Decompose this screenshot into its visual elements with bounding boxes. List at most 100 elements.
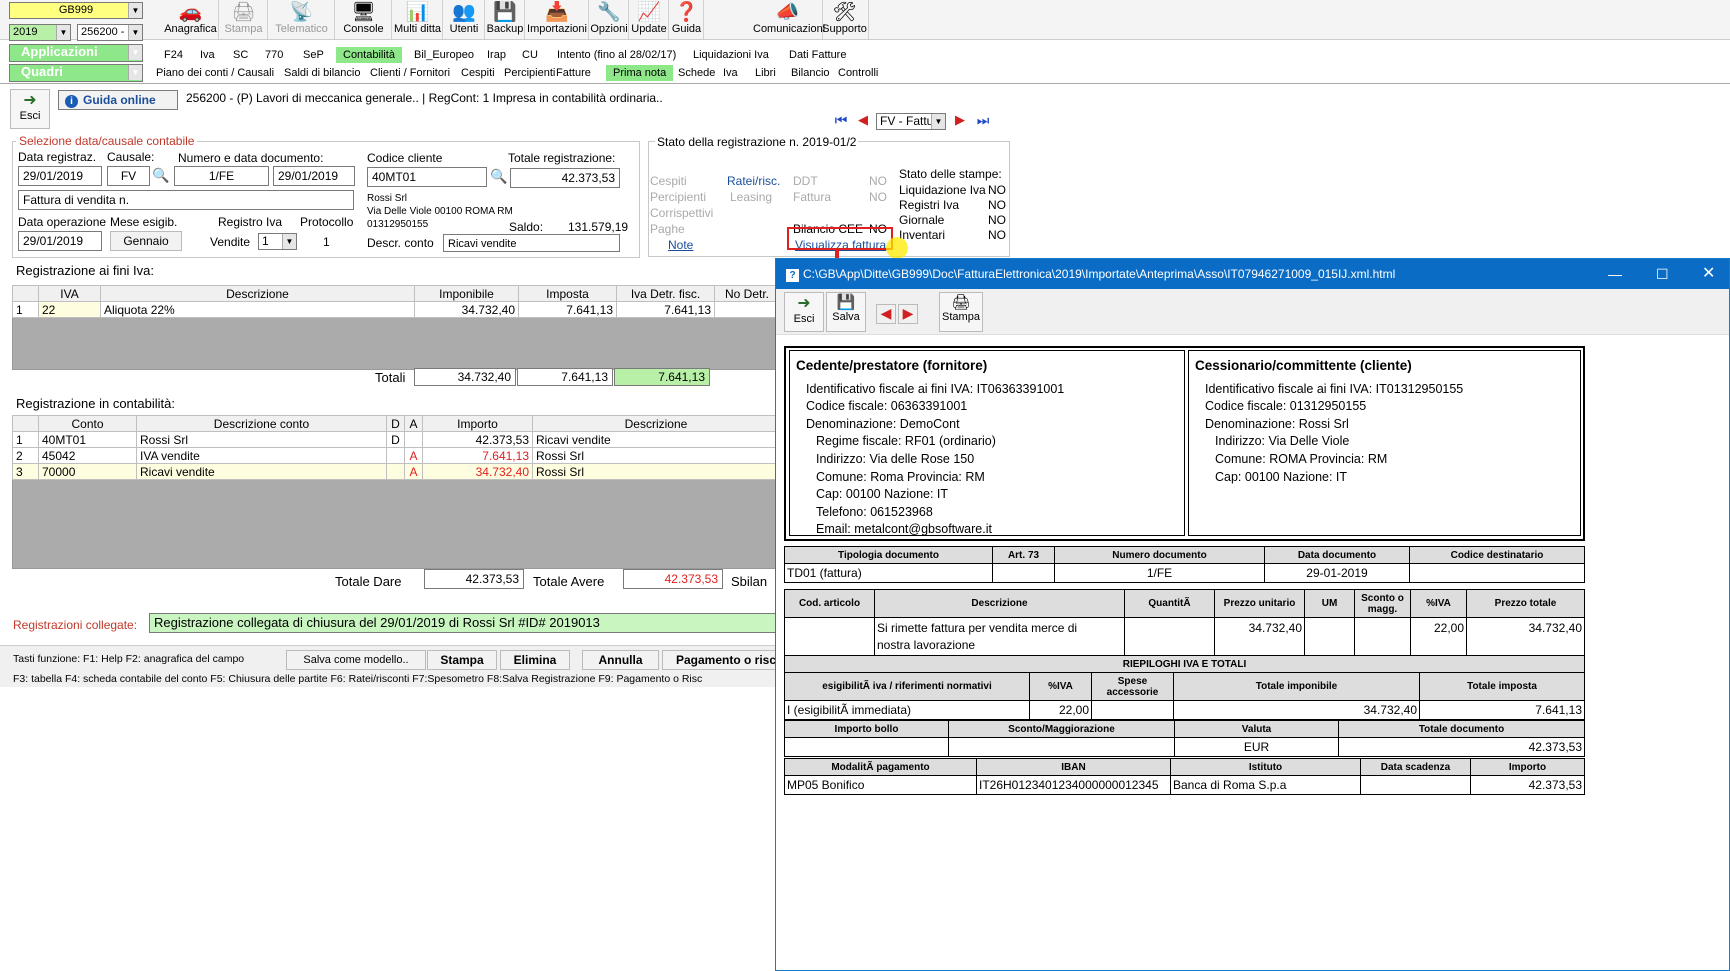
menu1-item-5[interactable]: Contabilità [336,47,402,63]
collegate-field[interactable]: Registrazione collegata di chiusura del … [149,613,781,633]
stato-cell-12[interactable]: Note [668,238,693,252]
toolbar-button-12[interactable]: 🛠 Supporto [821,0,869,39]
guida-online-button[interactable]: i Guida online [58,90,178,110]
applicazioni-select[interactable]: Applicazioni ▼ [9,44,143,62]
invoice-esci-button[interactable]: ➜ Esci [784,292,824,332]
close-icon[interactable]: ✕ [1702,259,1715,289]
table-row[interactable]: 1 22 Aliquota 22% 34.732,40 7.641,13 7.641,13 [12,301,780,318]
menu2-item-3[interactable]: Cespiti [454,65,502,81]
stampa-button[interactable]: Stampa [427,650,497,670]
riga-descrizione-2: nostra lavorazione [877,637,976,652]
nav-next-icon[interactable]: ▶ [952,112,968,130]
toolbar-button-1[interactable]: 🖨 Stampa [220,0,268,39]
riga-descrizione: Si rimette fattura per vendita merce di [877,620,1078,635]
invoice-window-titlebar[interactable]: ? C:\GB\App\Ditte\GB999\Doc\FatturaElettr… [776,259,1729,289]
applicazioni-label: Applicazioni [21,44,98,59]
descr-field[interactable]: Fattura di vendita n. [18,190,354,210]
data-op-field[interactable]: 29/01/2019 [18,231,102,251]
iva-col-nodetr: No Detr. [714,285,780,302]
toolbar-label: Telematico [275,23,328,35]
minimize-icon[interactable]: — [1608,259,1622,289]
stampe-title: Stato delle stampe: [899,167,1002,181]
menu1-item-9[interactable]: Intento (fino al 28/02/17) [550,47,683,63]
company-line: 256200 - (P) Lavori di meccanica general… [186,91,663,105]
menu2-item-11[interactable]: Controlli [831,65,885,81]
menu2-item-1[interactable]: Saldi di bilancio [277,65,367,81]
menu1-item-2[interactable]: SC [226,47,255,63]
toolbar-button-0[interactable]: 🚗 Anagrafica [163,0,219,39]
menu2-item-6[interactable]: Prima nota [606,65,674,81]
data-reg-field[interactable]: 29/01/2019 [18,166,102,186]
toolbar-button-7[interactable]: 📥 Importazioni [526,0,589,39]
table-row[interactable]: 2 45042 IVA vendite A 7.641,13 Rossi Srl [12,447,780,464]
toolbar-button-5[interactable]: 👥 Utenti [444,0,485,39]
invoice-next-icon[interactable]: ▶ [898,304,918,324]
menu1-item-4[interactable]: SeP [296,47,331,63]
menu2-item-2[interactable]: Clienti / Fornitori [363,65,457,81]
codice-cliente-field[interactable]: 40MT01 [367,167,487,187]
client-select[interactable]: 256200 - ▼ [77,24,143,41]
guida-label: Guida online [83,93,156,107]
menu1-item-8[interactable]: CU [515,47,545,63]
tot-h: Totale documento [1338,720,1585,738]
pagamento-button[interactable]: Pagamento o risc [662,650,780,670]
menu2-item-8[interactable]: Iva [716,65,745,81]
menu2-item-7[interactable]: Schede [671,65,722,81]
menu1-item-10[interactable]: Liquidazioni Iva [686,47,776,63]
nav-last-icon[interactable]: ⏭ [973,112,993,130]
doc-h: Codice destinatario [1409,546,1585,564]
elimina-button[interactable]: Elimina [500,650,570,670]
download-icon: 📥 [545,2,569,23]
doc-type-select[interactable]: FV - Fattu ▼ [876,113,946,130]
menu1-item-0[interactable]: F24 [157,47,190,63]
invoice-stampa-button[interactable]: 🖨 Stampa [939,292,983,332]
menu2-item-9[interactable]: Libri [748,65,783,81]
table-row[interactable]: 1 40MT01 Rossi Srl D 42.373,53 Ricavi vendite [12,431,780,448]
invoice-salva-button[interactable]: 💾 Salva [826,292,866,332]
nav-prev-icon[interactable]: ◀ [855,112,871,130]
causale-field[interactable]: FV [107,166,150,186]
menu2-item-0[interactable]: Piano dei conti / Causali [149,65,281,81]
protocollo-value: 1 [323,235,330,249]
menu2-item-10[interactable]: Bilancio [784,65,837,81]
help-icon: ❓ [674,2,699,23]
client-value: 256200 - [81,26,125,38]
annulla-button[interactable]: Annulla [582,650,659,670]
salva-modello-button[interactable]: Salva come modello.. [286,650,426,670]
toolbar-button-3[interactable]: 🖥 Console [336,0,392,39]
menu1-item-1[interactable]: Iva [193,47,222,63]
numero-field[interactable]: 1/FE [174,166,269,186]
maximize-icon[interactable]: ☐ [1656,259,1669,289]
esci-button[interactable]: ➜ Esci [10,89,50,129]
toolbar-button-10[interactable]: ❓ Guida [670,0,704,39]
descr-conto-field[interactable]: Ricavi vendite [443,234,620,252]
quadri-select[interactable]: Quadri ▼ [9,64,143,82]
company-select[interactable]: GB999 ▼ [9,2,143,19]
toolbar-button-8[interactable]: 🔧 Opzioni [590,0,629,39]
nav-first-icon[interactable]: ⏮ [831,112,851,130]
menu1-item-3[interactable]: 770 [258,47,290,63]
menu1-item-7[interactable]: Irap [480,47,513,63]
toolbar-button-2[interactable]: 📡 Telematico [269,0,335,39]
exit-icon: ➜ [23,92,37,109]
menu1-item-6[interactable]: Bil_Europeo [407,47,481,63]
toolbar-button-6[interactable]: 💾 Backup [486,0,525,39]
menu2-item-5[interactable]: Fatture [549,65,598,81]
invoice-prev-icon[interactable]: ◀ [876,304,896,324]
registro-select[interactable]: 1 ▼ [258,233,297,250]
toolbar-button-11[interactable]: 📣 Comunicazioni [753,0,825,39]
search-icon[interactable]: 🔍 [490,168,507,185]
toolbar-label: Console [343,23,384,35]
cursor-icon [886,237,908,259]
table-row[interactable]: 3 70000 Ricavi vendite A 34.732,40 Rossi Srl [12,463,780,480]
toolbar-button-4[interactable]: 📊 Multi ditta [393,0,443,39]
party-line: Codice fiscale: 06363391001 [806,399,968,414]
toolbar-button-9[interactable]: 📈 Update [630,0,669,39]
search-icon[interactable]: 🔍 [152,167,169,184]
mese-button[interactable]: Gennaio [110,231,182,251]
menu1-item-11[interactable]: Dati Fatture [782,47,853,63]
tools-icon: 🛠 [832,2,857,23]
data-doc-field[interactable]: 29/01/2019 [273,166,355,186]
year-select[interactable]: 2019 ▼ [9,24,71,41]
tot-h: Valuta [1174,720,1339,738]
